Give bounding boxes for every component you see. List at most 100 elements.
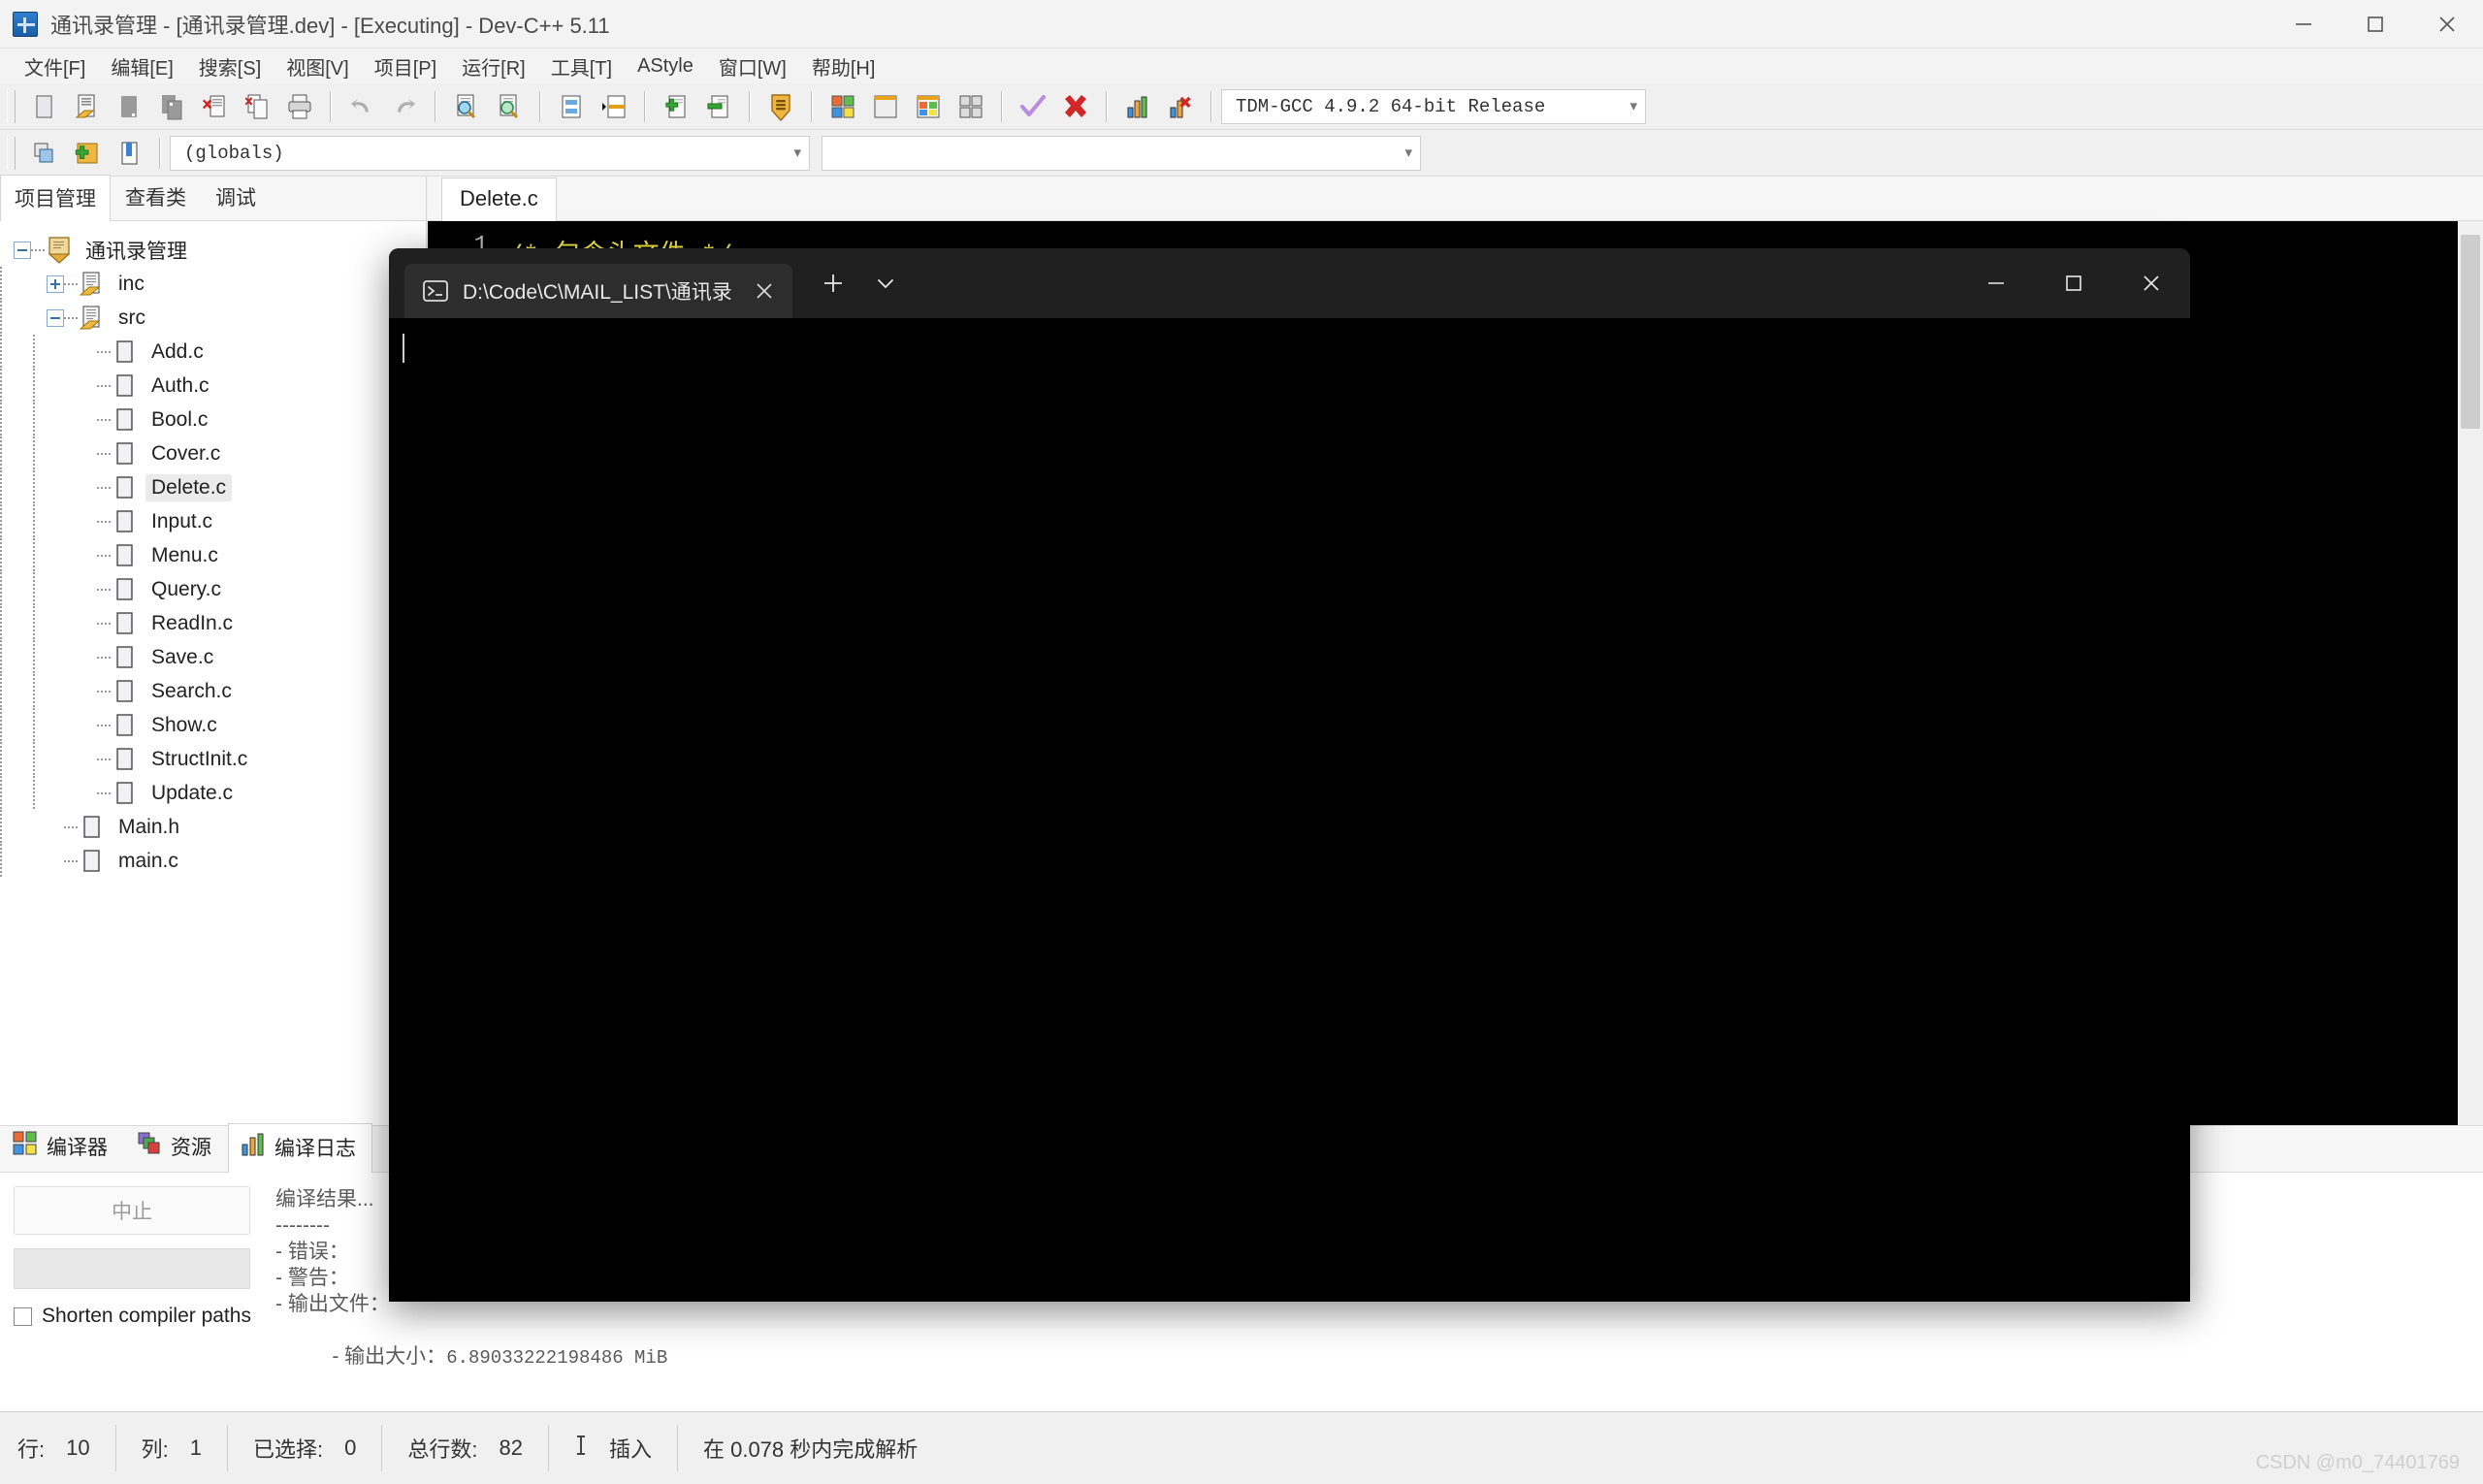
add-to-project-icon[interactable]	[657, 87, 695, 126]
compiler-select[interactable]: TDM-GCC 4.9.2 64-bit Release ▾	[1221, 89, 1646, 124]
menu-item-edit[interactable]: 编辑[E]	[98, 48, 185, 84]
project-options-icon[interactable]	[761, 87, 800, 126]
close-file-icon[interactable]	[195, 87, 234, 126]
member-select[interactable]: ▾	[822, 136, 1421, 171]
tree-item-main-h[interactable]: Main.h	[0, 810, 426, 844]
back-icon[interactable]	[24, 134, 63, 173]
save-all-icon[interactable]	[152, 87, 191, 126]
print-icon[interactable]	[280, 87, 319, 126]
tree-item-[interactable]: 通讯录管理	[0, 233, 426, 267]
tree-item-menu-c[interactable]: Menu.c	[0, 538, 426, 572]
tab-project-manager[interactable]: 项目管理	[0, 175, 111, 221]
console-window[interactable]: D:\Code\C\MAIL_LIST\通讯录	[389, 248, 2190, 1302]
tree-item-structinit-c[interactable]: StructInit.c	[0, 742, 426, 776]
save-file-icon[interactable]	[110, 87, 148, 126]
goto-bookmark-icon[interactable]	[595, 87, 633, 126]
menu-item-help[interactable]: 帮助[H]	[799, 48, 888, 84]
tree-indent	[0, 267, 33, 301]
maximize-icon[interactable]	[2035, 248, 2112, 318]
add-icon[interactable]	[67, 134, 106, 173]
profile-icon[interactable]	[1118, 87, 1157, 126]
close-icon[interactable]	[746, 273, 783, 309]
bookmark-icon[interactable]	[110, 134, 148, 173]
undo-icon[interactable]	[342, 87, 381, 126]
toolbar-grip[interactable]	[7, 137, 16, 170]
new-file-icon[interactable]	[24, 87, 63, 126]
maximize-icon[interactable]	[2339, 0, 2411, 48]
run-icon[interactable]	[866, 87, 905, 126]
shorten-paths-checkbox[interactable]	[14, 1307, 32, 1326]
tree-connector	[97, 487, 113, 489]
scrollbar-thumb[interactable]	[2461, 235, 2480, 429]
toolbar-separator	[1001, 91, 1003, 122]
close-icon[interactable]	[2112, 248, 2190, 318]
compile-icon[interactable]	[823, 87, 862, 126]
tree-item-input-c[interactable]: Input.c	[0, 504, 426, 538]
tree-item-query-c[interactable]: Query.c	[0, 572, 426, 606]
tree-expand-toggle[interactable]	[47, 275, 64, 293]
tab-delete-c[interactable]: Delete.c	[441, 177, 557, 221]
rebuild-all-icon[interactable]	[951, 87, 990, 126]
tree-item-search-c[interactable]: Search.c	[0, 674, 426, 708]
tree-item-inc[interactable]: inc	[0, 267, 426, 301]
tree-item-label: Menu.c	[145, 542, 224, 569]
tree-item-main-c[interactable]: main.c	[0, 844, 426, 878]
compiler-select-value: TDM-GCC 4.9.2 64-bit Release	[1236, 96, 1545, 117]
tab-compile-log[interactable]: 编译日志	[228, 1123, 372, 1173]
tree-item-cover-c[interactable]: Cover.c	[0, 436, 426, 470]
scope-select[interactable]: (globals) ▾	[170, 136, 810, 171]
open-file-icon[interactable]	[67, 87, 106, 126]
folder-icon	[80, 305, 105, 332]
console-output[interactable]	[389, 318, 2190, 1302]
tree-item-src[interactable]: src	[0, 301, 426, 335]
goto-line-icon[interactable]	[552, 87, 591, 126]
menu-item-file[interactable]: 文件[F]	[12, 48, 98, 84]
tree-item-bool-c[interactable]: Bool.c	[0, 403, 426, 436]
tab-class-browser[interactable]: 查看类	[111, 174, 201, 220]
tab-compiler[interactable]: 编译器	[0, 1122, 124, 1172]
close-all-icon[interactable]	[238, 87, 276, 126]
tree-indent	[0, 538, 33, 572]
tree-item-update-c[interactable]: Update.c	[0, 776, 426, 810]
tree-item-auth-c[interactable]: Auth.c	[0, 369, 426, 403]
menu-item-run[interactable]: 运行[R]	[449, 48, 538, 84]
stop-execution-icon[interactable]	[1056, 87, 1095, 126]
find-icon[interactable]	[447, 87, 486, 126]
syntax-check-icon[interactable]	[1014, 87, 1052, 126]
plus-icon[interactable]	[810, 260, 856, 306]
shorten-paths-row[interactable]: Shorten compiler paths	[14, 1305, 250, 1328]
menu-item-tools[interactable]: 工具[T]	[538, 48, 625, 84]
tree-indent	[0, 810, 33, 844]
tree-indent	[0, 572, 33, 606]
minimize-icon[interactable]	[2268, 0, 2339, 48]
tab-resource[interactable]: 资源	[124, 1122, 228, 1172]
tree-item-label: Save.c	[145, 644, 219, 671]
file-icon	[113, 712, 138, 739]
tree-item-readin-c[interactable]: ReadIn.c	[0, 606, 426, 640]
close-icon[interactable]	[2411, 0, 2483, 48]
tree-item-show-c[interactable]: Show.c	[0, 708, 426, 742]
tree-item-delete-c[interactable]: Delete.c	[0, 470, 426, 504]
delete-profile-icon[interactable]	[1161, 87, 1200, 126]
redo-icon[interactable]	[385, 87, 424, 126]
tree-item-save-c[interactable]: Save.c	[0, 640, 426, 674]
chevron-down-icon[interactable]	[862, 260, 909, 306]
menu-item-view[interactable]: 视图[V]	[274, 48, 361, 84]
replace-icon[interactable]	[490, 87, 529, 126]
tree-collapse-toggle[interactable]	[14, 242, 31, 259]
tree-collapse-toggle[interactable]	[47, 309, 64, 327]
compile-run-icon[interactable]	[909, 87, 948, 126]
menu-item-project[interactable]: 项目[P]	[362, 48, 449, 84]
menu-item-astyle[interactable]: AStyle	[625, 51, 706, 81]
menu-item-search[interactable]: 搜索[S]	[186, 48, 274, 84]
tree-guide-line	[0, 776, 2, 810]
tree-item-add-c[interactable]: Add.c	[0, 335, 426, 369]
toolbar-grip[interactable]	[7, 90, 16, 123]
remove-from-project-icon[interactable]	[699, 87, 738, 126]
tab-debug[interactable]: 调试	[201, 174, 271, 220]
console-tab[interactable]: D:\Code\C\MAIL_LIST\通讯录	[404, 264, 792, 318]
abort-button[interactable]: 中止	[14, 1186, 250, 1235]
minimize-icon[interactable]	[1957, 248, 2035, 318]
menu-item-window[interactable]: 窗口[W]	[706, 48, 799, 84]
tree-guide-line	[0, 708, 2, 742]
